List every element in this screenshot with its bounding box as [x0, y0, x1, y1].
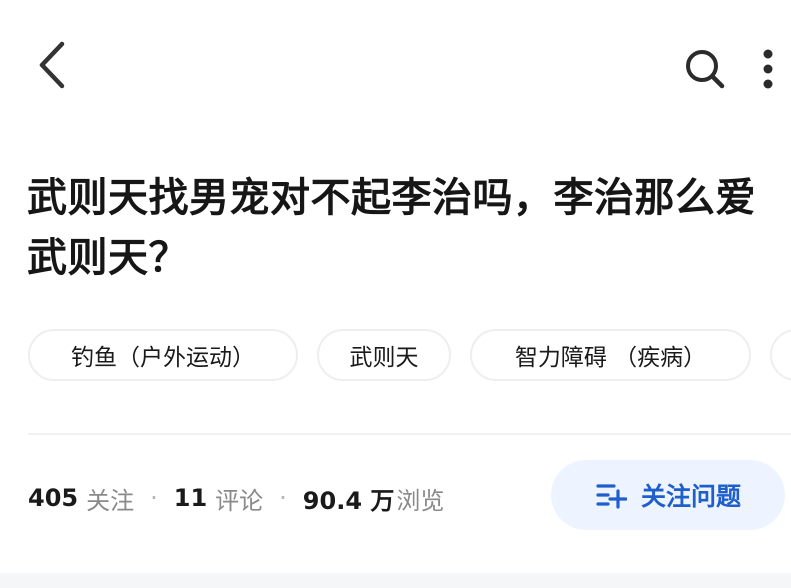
section-separator — [0, 573, 791, 588]
topic-tag[interactable]: 武则天 — [317, 329, 451, 381]
followers-count: 405 — [28, 484, 79, 512]
views-count: 90.4 万 — [302, 486, 395, 515]
topic-tags: 钓鱼（户外运动） 武则天 智力障碍 （疾病） — [28, 329, 791, 385]
follow-question-label: 关注问题 — [640, 482, 741, 511]
question-title: 武则天找男宠对不起李治吗，李治那么爱武则天？ — [27, 175, 756, 281]
followers-label: 关注 — [86, 486, 135, 515]
question-stats: 405 关注 · 11 评论 · 90.4 万 浏览 — [28, 476, 444, 520]
divider — [28, 433, 791, 435]
back-button[interactable] — [30, 38, 78, 92]
separator-dot: · — [279, 484, 287, 512]
more-vertical-icon — [763, 49, 773, 89]
more-options-button[interactable] — [754, 46, 782, 92]
add-list-icon — [596, 484, 627, 509]
separator-dot: · — [150, 484, 158, 512]
topic-tag-partial[interactable] — [770, 329, 791, 381]
search-button[interactable] — [684, 48, 726, 90]
comments-label[interactable]: 评论 — [215, 481, 263, 516]
chevron-left-icon — [39, 41, 65, 89]
question-page: 武则天找男宠对不起李治吗，李治那么爱武则天？ 钓鱼（户外运动） 武则天 智力障碍… — [0, 0, 791, 588]
search-icon — [686, 50, 725, 89]
follow-question-button[interactable]: 关注问题 — [551, 460, 785, 530]
views-label: 浏览 — [396, 486, 445, 515]
comments-count[interactable]: 11 — [174, 484, 207, 512]
topic-tag[interactable]: 智力障碍 （疾病） — [470, 329, 751, 381]
topic-tag[interactable]: 钓鱼（户外运动） — [28, 329, 298, 381]
